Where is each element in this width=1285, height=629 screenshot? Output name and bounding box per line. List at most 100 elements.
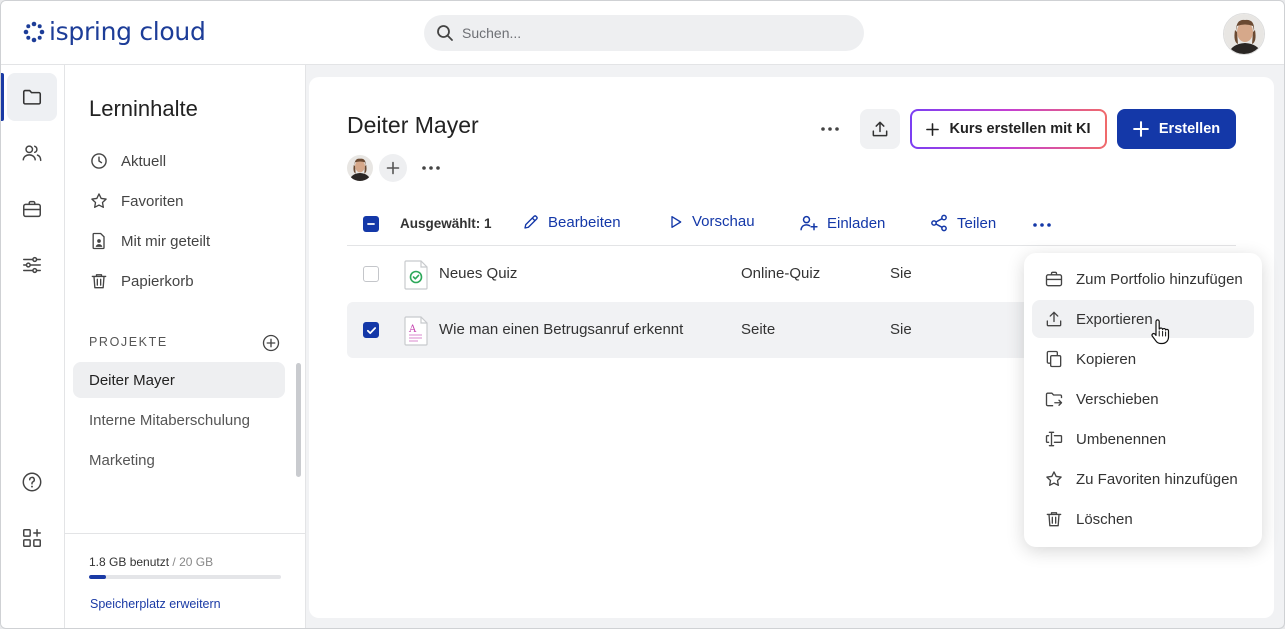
menu-item-label: Umbenennen bbox=[1076, 430, 1167, 448]
edit-label: Bearbeiten bbox=[548, 213, 621, 231]
more-horizontal-icon bbox=[422, 166, 440, 170]
create-course-ai-label: Kurs erstellen mit KI bbox=[949, 121, 1091, 137]
invite-label: Einladen bbox=[827, 214, 886, 232]
app-window: ispring cloud Suchen... Lerninhalte Aktu… bbox=[0, 0, 1285, 629]
sidebar-scrollbar[interactable] bbox=[296, 363, 301, 477]
rail-portfolio-button[interactable] bbox=[7, 185, 57, 233]
plus-icon bbox=[1132, 121, 1149, 137]
edit-button[interactable]: Bearbeiten bbox=[522, 213, 621, 231]
briefcase-icon bbox=[23, 200, 41, 218]
menu-item-add-to-portfolio[interactable]: Zum Portfolio hinzufügen bbox=[1032, 260, 1254, 298]
upload-button[interactable] bbox=[860, 109, 900, 149]
invite-button[interactable]: Einladen bbox=[799, 213, 885, 233]
export-icon bbox=[1046, 311, 1062, 327]
menu-item-move[interactable]: Verschieben bbox=[1032, 380, 1254, 418]
create-button[interactable]: Erstellen bbox=[1117, 109, 1236, 149]
copy-icon bbox=[1046, 350, 1062, 368]
storage-progress-fill bbox=[89, 575, 107, 579]
rail-content-button[interactable] bbox=[7, 73, 57, 121]
sidebar-item-papierkorb[interactable]: Papierkorb bbox=[89, 269, 194, 293]
apps-add-icon bbox=[23, 529, 41, 547]
storage-used: 1.8 GB benutzt bbox=[89, 555, 170, 569]
left-rail bbox=[1, 65, 65, 628]
trash-icon bbox=[1046, 512, 1062, 527]
user-avatar[interactable] bbox=[1223, 13, 1265, 55]
checkmark-icon bbox=[366, 326, 376, 334]
add-circle-icon bbox=[262, 334, 280, 352]
members-more-button[interactable] bbox=[415, 154, 447, 182]
member-avatar[interactable] bbox=[347, 155, 373, 181]
project-label: Interne Mitaberschulung bbox=[89, 411, 250, 429]
pencil-icon bbox=[524, 215, 538, 229]
add-member-button[interactable] bbox=[379, 154, 407, 182]
share-icon bbox=[931, 214, 947, 232]
row-type: Seite bbox=[741, 321, 776, 338]
sidebar-item-label: Mit mir geteilt bbox=[121, 232, 211, 250]
row-checkbox[interactable] bbox=[363, 266, 379, 282]
share-label: Teilen bbox=[957, 214, 997, 232]
header-more-button[interactable] bbox=[814, 115, 846, 143]
star-icon bbox=[1046, 471, 1062, 486]
shared-file-icon bbox=[92, 232, 105, 250]
rail-settings-button[interactable] bbox=[7, 241, 57, 289]
rail-apps-button[interactable] bbox=[7, 514, 57, 562]
project-item-marketing[interactable]: Marketing bbox=[73, 442, 285, 478]
clock-icon bbox=[91, 153, 107, 169]
selection-toolbar: Ausgewählt: 1 Bearbeiten Vorschau Einlad… bbox=[347, 206, 1236, 246]
search-icon bbox=[437, 25, 453, 41]
menu-item-export[interactable]: Exportieren bbox=[1032, 300, 1254, 338]
move-folder-icon bbox=[1045, 392, 1063, 407]
logo[interactable]: ispring cloud bbox=[23, 17, 206, 46]
row-name[interactable]: Wie man einen Betrugsanruf erkennt bbox=[439, 321, 683, 338]
select-all-checkbox[interactable] bbox=[363, 216, 379, 232]
ispring-logo-icon bbox=[23, 21, 45, 42]
hand-cursor-icon bbox=[1150, 319, 1170, 350]
top-bar: ispring cloud bbox=[1, 1, 1284, 65]
project-item-interne-mitaberschulung[interactable]: Interne Mitaberschulung bbox=[73, 402, 285, 438]
sidebar-item-aktuell[interactable]: Aktuell bbox=[89, 149, 166, 173]
sidebar-item-favoriten[interactable]: Favoriten bbox=[89, 189, 184, 213]
row-checkbox[interactable] bbox=[363, 322, 379, 338]
projects-heading: PROJEKTE bbox=[89, 335, 168, 349]
preview-button[interactable]: Vorschau bbox=[668, 213, 755, 230]
row-name[interactable]: Neues Quiz bbox=[439, 265, 517, 282]
add-project-button[interactable] bbox=[261, 333, 281, 358]
add-user-icon bbox=[800, 215, 818, 231]
project-label: Deiter Mayer bbox=[89, 371, 175, 389]
row-owner: Sie bbox=[890, 321, 912, 338]
menu-item-label: Exportieren bbox=[1076, 310, 1153, 328]
sidebar-item-label: Papierkorb bbox=[121, 272, 194, 290]
sidebar-item-shared[interactable]: Mit mir geteilt bbox=[89, 229, 210, 253]
sidebar-item-label: Favoriten bbox=[121, 192, 184, 210]
sidebar-title: Lerninhalte bbox=[89, 96, 198, 121]
menu-item-delete[interactable]: Löschen bbox=[1032, 500, 1254, 538]
folder-icon bbox=[22, 89, 42, 105]
page-file-icon: A bbox=[403, 316, 429, 351]
share-button[interactable]: Teilen bbox=[929, 213, 996, 233]
svg-text:A: A bbox=[408, 324, 417, 335]
menu-item-rename[interactable]: Umbenennen bbox=[1032, 420, 1254, 458]
menu-item-label: Verschieben bbox=[1076, 390, 1159, 408]
search-input[interactable] bbox=[462, 25, 842, 41]
sidebar: Lerninhalte Aktuell Favoriten Mit mir ge… bbox=[65, 65, 306, 628]
expand-storage-link[interactable]: Speicherplatz erweitern bbox=[90, 597, 221, 611]
rail-active-indicator bbox=[1, 73, 4, 121]
rail-users-button[interactable] bbox=[7, 129, 57, 177]
selected-count: Ausgewählt: 1 bbox=[400, 216, 492, 231]
create-course-ai-button[interactable]: Kurs erstellen mit KI bbox=[910, 109, 1107, 149]
menu-item-add-favorite[interactable]: Zu Favoriten hinzufügen bbox=[1032, 460, 1254, 498]
menu-item-copy[interactable]: Kopieren bbox=[1032, 340, 1254, 378]
sidebar-item-label: Aktuell bbox=[121, 152, 167, 170]
minus-icon bbox=[367, 223, 375, 225]
row-owner: Sie bbox=[890, 265, 912, 282]
menu-item-label: Zu Favoriten hinzufügen bbox=[1076, 470, 1238, 488]
row-type: Online-Quiz bbox=[741, 265, 821, 282]
rail-help-button[interactable] bbox=[7, 458, 57, 506]
briefcase-icon bbox=[1045, 271, 1063, 287]
search-bar[interactable] bbox=[424, 15, 864, 51]
toolbar-more-button[interactable] bbox=[1026, 211, 1058, 239]
quiz-file-icon bbox=[403, 260, 429, 295]
create-label: Erstellen bbox=[1158, 121, 1221, 137]
project-label: Marketing bbox=[89, 451, 155, 469]
project-item-deiter-mayer[interactable]: Deiter Mayer bbox=[73, 362, 285, 398]
